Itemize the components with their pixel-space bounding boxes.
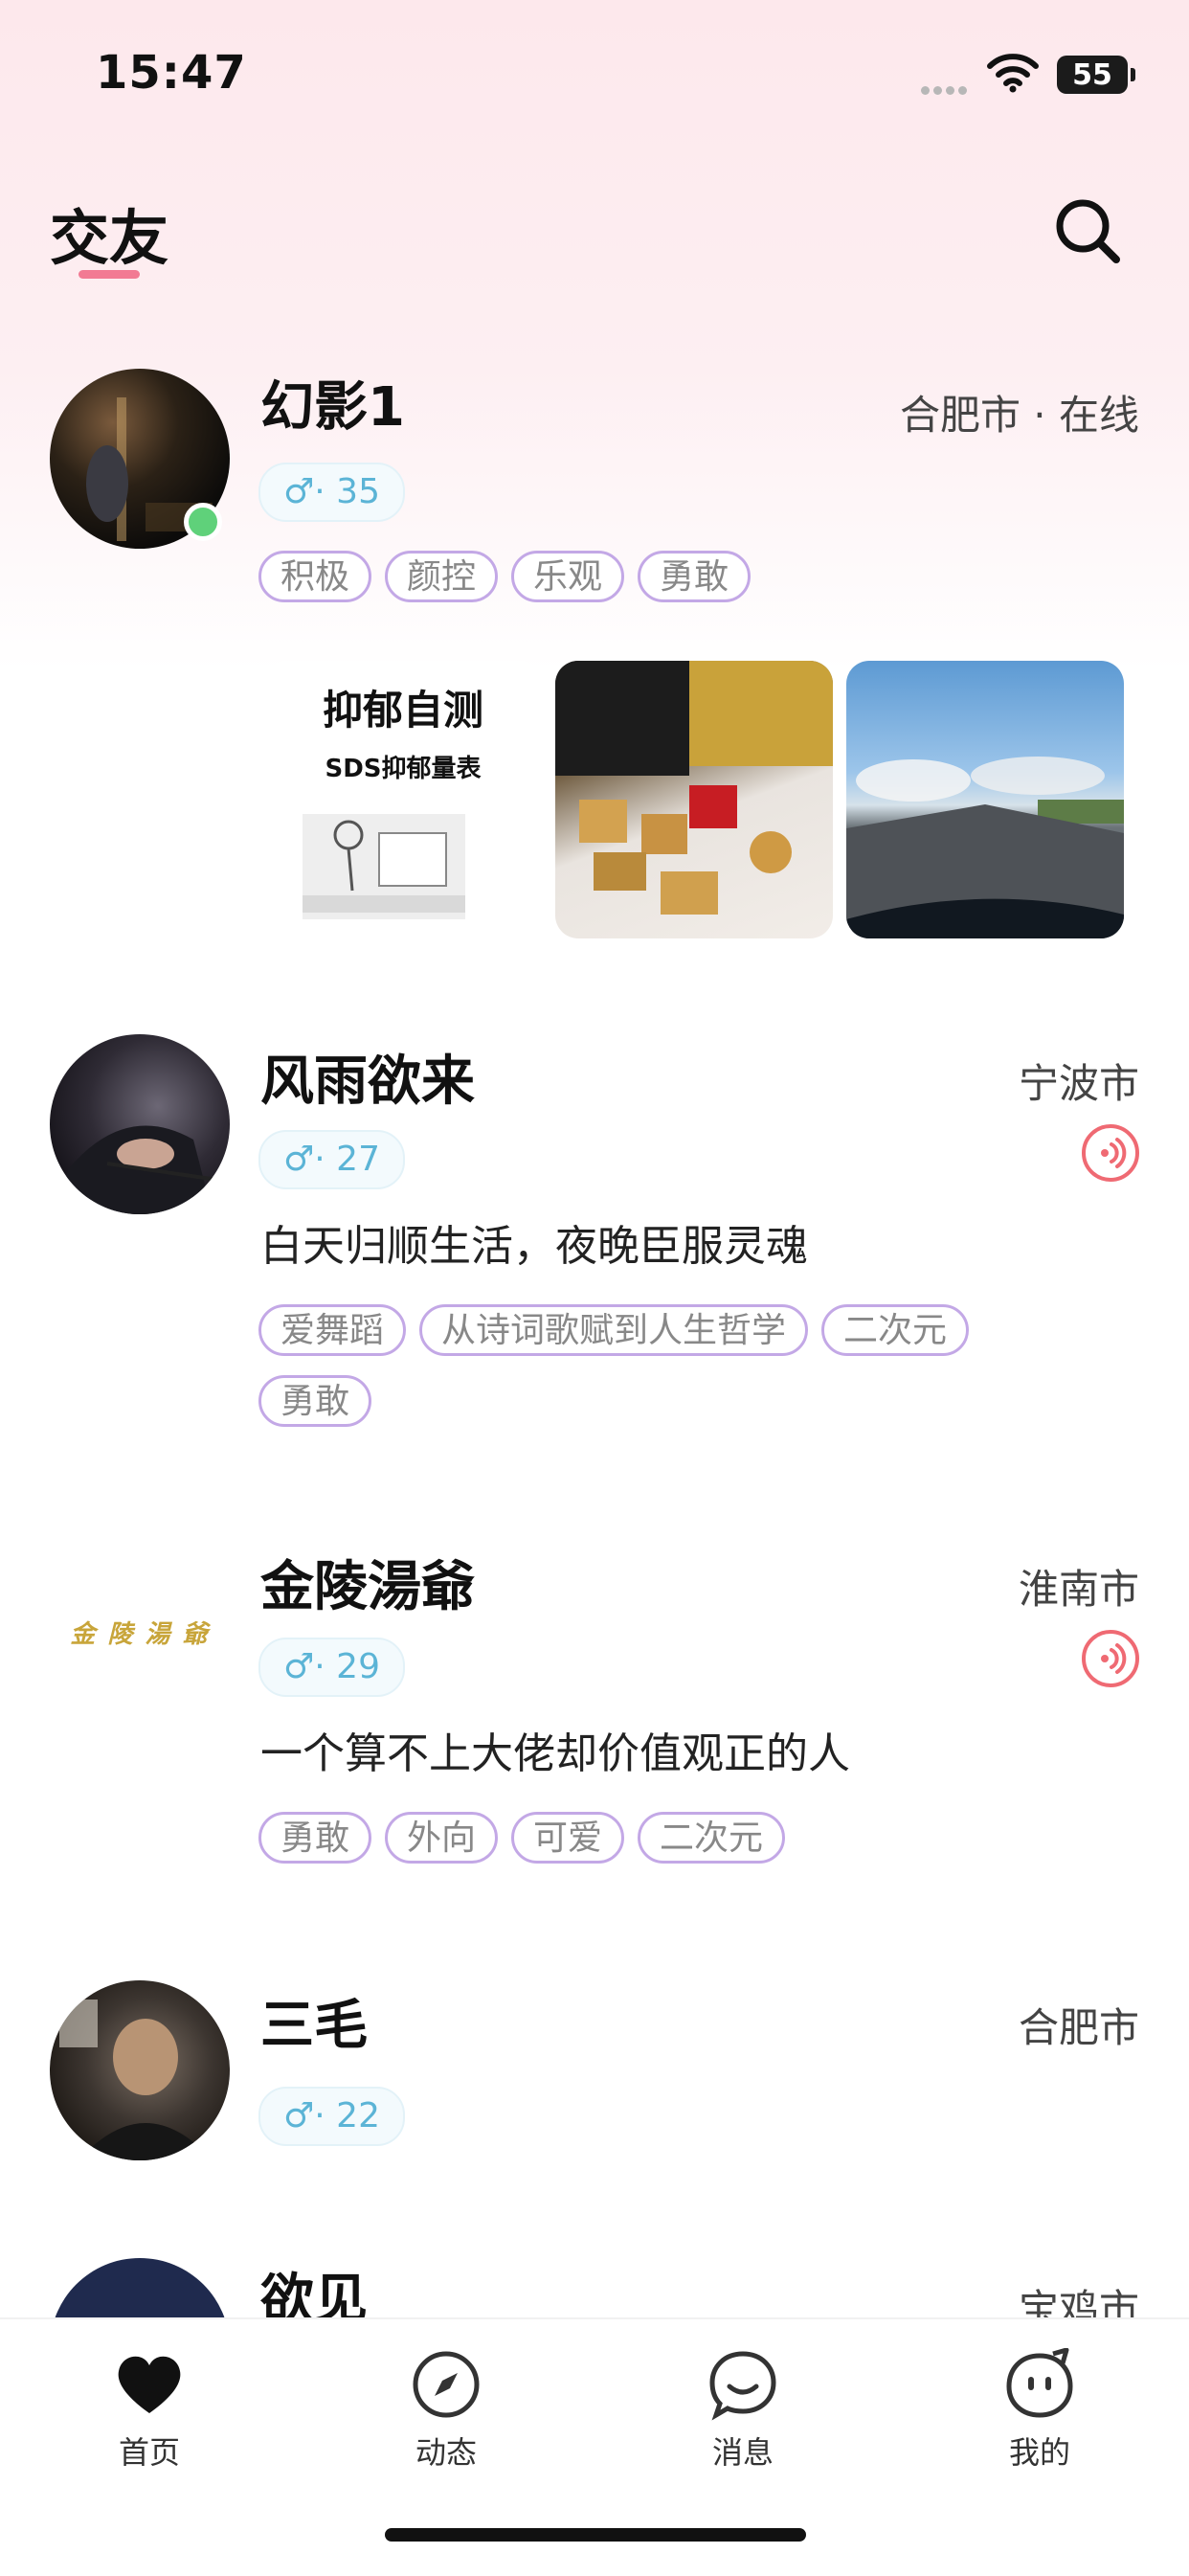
tag: 勇敢	[258, 1375, 372, 1427]
photo-thumbnail[interactable]	[555, 661, 833, 938]
user-name: 三毛	[260, 1995, 368, 2057]
face-icon	[1006, 2347, 1073, 2418]
status-time: 15:47	[96, 46, 247, 100]
user-card[interactable]: 三毛 合肥市 ♂· 22	[0, 1980, 1189, 2191]
search-icon[interactable]	[1051, 194, 1124, 267]
avatar[interactable]	[50, 1034, 230, 1214]
gender-age-badge: ♂· 35	[258, 463, 405, 522]
tag: 勇敢	[638, 551, 752, 602]
user-location: 宁波市	[1018, 1060, 1139, 1107]
user-name: 欲见	[260, 2269, 368, 2317]
tag: 爱舞蹈	[258, 1304, 407, 1356]
tab-moments[interactable]: 动态	[370, 2348, 523, 2473]
tag: 颜控	[385, 551, 499, 602]
highway-photo	[846, 757, 1124, 938]
voice-intro-button[interactable]	[1082, 1124, 1139, 1182]
user-name: 幻影1	[260, 376, 405, 439]
user-card[interactable]: 风雨欲来 宁波市 ♂· 27 白天归顺生活，夜晚臣服灵魂 爱舞蹈 从诗词歌赋到人生…	[0, 1034, 1189, 1465]
avatar-photo	[50, 1125, 218, 1214]
tag: 外向	[385, 1812, 499, 1864]
tag: 勇敢	[258, 1812, 372, 1864]
tab-messages[interactable]: 消息	[666, 2348, 819, 2473]
photo-thumbnail[interactable]	[846, 661, 1124, 938]
cellular-signal-icon	[921, 80, 971, 95]
tag: 从诗词歌赋到人生哲学	[419, 1304, 809, 1356]
online-status-dot	[184, 503, 222, 541]
tab-label: 消息	[711, 2434, 774, 2471]
tag: 二次元	[638, 1812, 786, 1864]
user-card[interactable]: 金 陵 湯 爺 金陵湯爺 淮南市 ♂· 29 一个算不上大佬却价值观正的人 勇敢…	[0, 1542, 1189, 1906]
tag-list: 积极 颜控 乐观 勇敢	[258, 551, 1120, 621]
sound-wave-icon	[1101, 1138, 1127, 1168]
tab-label: 首页	[118, 2434, 180, 2471]
tag: 积极	[258, 551, 372, 602]
photo-thumbnail[interactable]: 抑郁自测 SDS抑郁量表	[264, 661, 542, 938]
tab-me[interactable]: 我的	[963, 2347, 1116, 2473]
user-location: 宝鸡市	[1018, 2286, 1139, 2317]
tag-list: 勇敢 外向 可爱 二次元	[258, 1812, 1120, 1883]
avatar[interactable]: 金 陵 湯 爺	[50, 1542, 230, 1722]
tab-label: 我的	[1008, 2434, 1070, 2471]
tab-home[interactable]: 首页	[73, 2348, 226, 2473]
user-card[interactable]: 幻影1 合肥市 · 在线 ♂· 35 积极 颜控 乐观 勇敢 抑郁自测 SDS抑郁量表	[0, 364, 1189, 958]
home-indicator[interactable]	[385, 2528, 806, 2542]
gender-age-badge: ♂· 27	[258, 1130, 405, 1189]
gender-age-badge: ♂· 22	[258, 2087, 405, 2146]
avatar[interactable]	[50, 1980, 230, 2160]
battery-icon: 55	[1057, 56, 1135, 94]
user-card[interactable]: 欲见 宝鸡市	[0, 2258, 1189, 2317]
avatar-calligraphy-text: 金 陵 湯 爺	[70, 1620, 210, 1649]
title-active-indicator	[79, 270, 140, 279]
tag: 乐观	[511, 551, 625, 602]
user-location: 合肥市	[1018, 2004, 1139, 2051]
user-bio: 白天归顺生活，夜晚臣服灵魂	[260, 1222, 808, 1271]
avatar-photo	[59, 2000, 213, 2160]
page-title[interactable]: 交友	[50, 190, 168, 276]
user-name: 金陵湯爺	[260, 1556, 475, 1618]
compass-icon	[413, 2351, 480, 2418]
user-location: 合肥市 · 在线	[899, 392, 1139, 439]
user-name: 风雨欲来	[260, 1051, 475, 1113]
tag: 可爱	[511, 1812, 625, 1864]
battery-level: 55	[1072, 58, 1112, 92]
photo-gallery: 抑郁自测 SDS抑郁量表	[264, 661, 1126, 938]
tab-label: 动态	[415, 2434, 477, 2471]
tag: 二次元	[821, 1304, 970, 1356]
sketch-illustration	[303, 814, 465, 919]
wifi-icon	[987, 54, 1039, 93]
sound-wave-icon	[1101, 1643, 1127, 1674]
status-bar: 15:47 55	[0, 0, 1189, 144]
tag-list: 爱舞蹈 从诗词歌赋到人生哲学 二次元勇敢	[258, 1304, 1120, 1446]
chat-bubble-icon	[709, 2351, 776, 2421]
heart-icon	[118, 2356, 181, 2413]
gift-box-photo	[555, 661, 833, 915]
gender-age-badge: ♂· 29	[258, 1638, 405, 1697]
voice-intro-button[interactable]	[1082, 1630, 1139, 1687]
avatar[interactable]	[50, 2258, 230, 2317]
user-location: 淮南市	[1018, 1566, 1139, 1613]
user-bio: 一个算不上大佬却价值观正的人	[260, 1729, 850, 1778]
